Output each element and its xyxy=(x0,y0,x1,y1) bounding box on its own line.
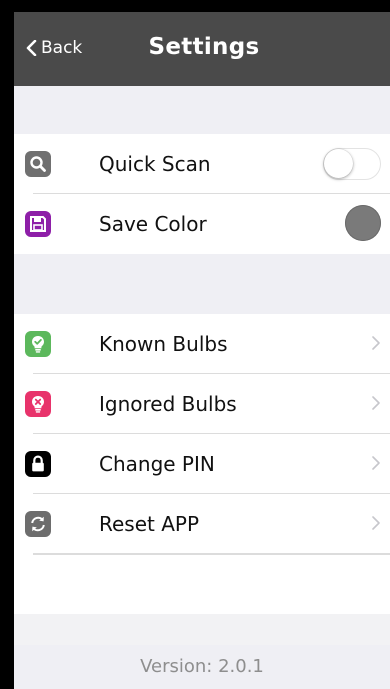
reset-app-row[interactable]: Reset APP xyxy=(14,494,390,554)
save-color-label: Save Color xyxy=(99,212,207,236)
chevron-right-icon xyxy=(372,456,380,470)
page-title: Settings xyxy=(148,34,260,60)
search-icon xyxy=(25,151,51,177)
known-bulbs-label: Known Bulbs xyxy=(99,332,228,356)
change-pin-row[interactable]: Change PIN xyxy=(14,434,390,494)
chevron-right-icon xyxy=(372,516,380,530)
quick-scan-label: Quick Scan xyxy=(99,152,211,176)
ignored-bulbs-label: Ignored Bulbs xyxy=(99,392,237,416)
navigation-bar: Back Settings xyxy=(14,12,390,86)
save-color-swatch[interactable] xyxy=(345,205,381,241)
settings-group-scan: Quick Scan Save Color xyxy=(14,134,390,254)
quick-scan-row: Quick Scan xyxy=(14,134,390,194)
ignored-bulbs-row[interactable]: Ignored Bulbs xyxy=(14,374,390,434)
quick-scan-toggle[interactable] xyxy=(323,148,381,180)
refresh-icon xyxy=(25,511,51,537)
section-spacer xyxy=(14,254,390,314)
row-divider xyxy=(33,554,390,555)
change-pin-label: Change PIN xyxy=(99,452,215,476)
settings-group-bulbs: Known Bulbs Ignored Bulbs Change PIN Res… xyxy=(14,314,390,614)
toggle-knob xyxy=(324,149,353,178)
bulb-x-icon xyxy=(25,391,51,417)
save-color-row: Save Color xyxy=(14,194,390,254)
version-label: Version: 2.0.1 xyxy=(140,656,264,677)
version-footer: Version: 2.0.1 xyxy=(14,645,390,689)
known-bulbs-row[interactable]: Known Bulbs xyxy=(14,314,390,374)
chevron-right-icon xyxy=(372,396,380,410)
settings-screen: Back Settings Quick Scan Save Color Know… xyxy=(14,12,390,689)
floppy-disk-icon xyxy=(25,211,51,237)
section-spacer xyxy=(14,86,390,134)
lock-icon xyxy=(25,451,51,477)
chevron-right-icon xyxy=(372,336,380,350)
reset-app-label: Reset APP xyxy=(99,512,200,536)
bulb-check-icon xyxy=(25,331,51,357)
